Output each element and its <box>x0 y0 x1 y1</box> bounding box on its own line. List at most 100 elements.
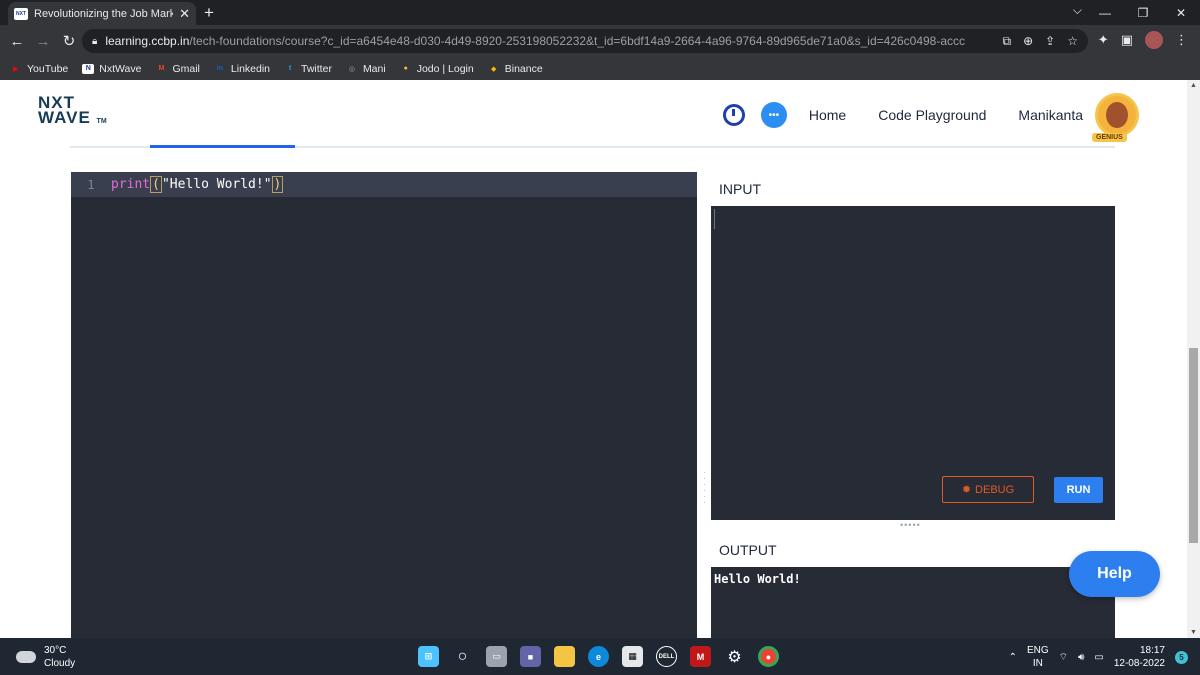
nxtwave-logo[interactable]: NXT WAVE TM <box>38 94 107 129</box>
bookmark-item[interactable]: ▶ YouTube <box>10 63 68 75</box>
edge-browser-icon[interactable]: e <box>588 646 609 667</box>
run-button[interactable]: RUN <box>1054 477 1103 503</box>
clock-date: 12-08-2022 <box>1113 658 1165 669</box>
stopwatch-icon[interactable] <box>722 104 745 126</box>
bookmark-favicon-icon: ● <box>403 65 408 72</box>
weather-widget[interactable]: 30°C Cloudy <box>16 644 75 670</box>
omnibox-actions: ⧉ ⊕ ⇪ ☆ <box>1003 34 1078 49</box>
profile-avatar-icon[interactable] <box>1145 31 1163 49</box>
stdin-input-area[interactable]: ✹ DEBUG RUN <box>711 206 1115 520</box>
forward-arrow-icon[interactable]: → <box>30 33 56 50</box>
avatar-face <box>1106 102 1128 128</box>
windows-taskbar: 30°C Cloudy ⊞ ○ ▭ ■ e ▦ DELL M ⚙ ● ⌃ ENG… <box>0 638 1200 675</box>
notification-badge[interactable]: 5 <box>1175 650 1188 664</box>
code-editor[interactable]: 1 print("Hello World!") <box>71 172 697 638</box>
vertical-resize-handle[interactable]: · · · · · · <box>703 469 706 507</box>
zoom-icon[interactable]: ⊕ <box>1023 34 1033 49</box>
bookmark-item[interactable]: in Linkedin <box>214 63 270 75</box>
cloud-icon <box>16 651 36 663</box>
code-string-token: "Hello World!" <box>161 177 272 192</box>
nav-home-link[interactable]: Home <box>809 107 846 123</box>
chevron-up-icon[interactable]: ⌃ <box>1009 652 1017 663</box>
code-function-token: print <box>111 177 151 192</box>
wifi-icon[interactable]: ⌔ <box>1059 651 1068 664</box>
browser-tab-strip: NXT Revolutionizing the Job Market | ✕ +… <box>0 0 1200 25</box>
menu-kebab-icon[interactable]: ⋮ <box>1175 32 1188 48</box>
restore-icon[interactable]: ❐ <box>1124 0 1162 25</box>
battery-icon[interactable]: ▭ <box>1094 652 1103 663</box>
bookmark-item[interactable]: N NxtWave <box>82 63 141 75</box>
bookmark-favicon-icon: M <box>158 65 165 72</box>
logo-tm: TM <box>96 118 107 125</box>
debug-button[interactable]: ✹ DEBUG <box>942 476 1034 503</box>
active-sub-tab-indicator[interactable] <box>150 145 295 148</box>
dell-icon[interactable]: DELL <box>656 646 677 667</box>
minimize-icon[interactable]: — <box>1086 0 1124 25</box>
browser-tab-active[interactable]: NXT Revolutionizing the Job Market | ✕ <box>8 2 196 25</box>
system-tray: ⌃ ENG IN ⌔ 🔊︎ ▭ 18:17 12-08-2022 5 <box>1009 644 1188 670</box>
user-avatar[interactable]: GENIUS <box>1092 93 1139 142</box>
nxtwave-favicon-icon: NXT <box>14 7 28 20</box>
close-tab-icon[interactable]: ✕ <box>179 6 190 22</box>
bookmark-favicon-icon: ▶ <box>13 65 19 73</box>
extensions-puzzle-icon[interactable]: ✦ <box>1098 32 1109 48</box>
page-scrollbar[interactable]: ▲ ▼ <box>1187 80 1200 638</box>
settings-gear-icon[interactable]: ⚙ <box>724 646 745 667</box>
bookmark-label: Mani <box>362 62 386 75</box>
bookmark-label: YouTube <box>27 62 69 75</box>
side-panel-icon[interactable]: ▣ <box>1121 32 1133 48</box>
clock-time: 18:17 <box>1139 645 1165 656</box>
scroll-down-icon[interactable]: ▼ <box>1190 629 1197 636</box>
back-arrow-icon[interactable]: ← <box>4 33 30 50</box>
bookmark-label: Binance <box>504 62 543 75</box>
scroll-up-icon[interactable]: ▲ <box>1190 82 1197 89</box>
open-in-app-icon[interactable]: ⧉ <box>1003 34 1012 49</box>
bookmark-item[interactable]: ● Jodo | Login <box>400 63 474 75</box>
help-button[interactable]: Help <box>1069 551 1160 597</box>
language-indicator[interactable]: ENG IN <box>1027 644 1049 670</box>
scroll-thumb[interactable] <box>1189 348 1198 543</box>
input-label: INPUT <box>719 181 761 197</box>
chat-bubble-icon[interactable]: ••• <box>760 102 787 128</box>
share-icon[interactable]: ⇪ <box>1045 34 1055 49</box>
line-number: 1 <box>87 177 95 192</box>
reload-icon[interactable]: ↻ <box>56 32 82 50</box>
header-nav: ••• Home Code Playground Manikanta GENIU… <box>722 93 1139 142</box>
logo-line-2: WAVE <box>38 108 91 127</box>
bookmark-favicon-icon: ◆ <box>491 65 497 73</box>
lang-primary: ENG <box>1027 645 1049 656</box>
chrome-icon[interactable]: ● <box>758 646 779 667</box>
search-icon[interactable]: ○ <box>452 646 473 667</box>
task-view-icon[interactable]: ▭ <box>486 646 507 667</box>
bookmark-item[interactable]: M Gmail <box>155 63 200 75</box>
teams-chat-icon[interactable]: ■ <box>520 646 541 667</box>
bookmark-item[interactable]: ◎ Mani <box>346 63 386 75</box>
lock-icon: 🔒︎ <box>92 35 98 47</box>
new-tab-button[interactable]: + <box>204 3 214 23</box>
volume-icon[interactable]: 🔊︎ <box>1078 652 1084 663</box>
mcafee-icon[interactable]: M <box>690 646 711 667</box>
code-open-paren: ( <box>150 176 162 193</box>
debug-label: DEBUG <box>975 483 1015 496</box>
editor-line-1[interactable]: 1 print("Hello World!") <box>71 172 697 197</box>
tab-search-icon[interactable]: ⌵ <box>1073 3 1082 18</box>
file-explorer-icon[interactable] <box>554 646 575 667</box>
nav-code-playground-link[interactable]: Code Playground <box>878 107 986 123</box>
extension-area: ✦ ▣ ⋮ <box>1098 31 1188 49</box>
bookmark-favicon-icon: N <box>82 63 95 74</box>
bug-icon: ✹ <box>961 484 972 496</box>
microsoft-store-icon[interactable]: ▦ <box>622 646 643 667</box>
windows-start-icon[interactable]: ⊞ <box>418 646 439 667</box>
bookmark-item[interactable]: t Twitter <box>284 63 332 75</box>
address-bar[interactable]: 🔒︎ learning.ccbp.in/tech-foundations/cou… <box>82 29 1088 53</box>
lang-secondary: IN <box>1032 658 1043 669</box>
bookmarks-bar: ▶ YouTube N NxtWave M Gmail in Linkedin t Twitter… <box>0 57 1200 80</box>
output-label: OUTPUT <box>719 542 777 558</box>
code-close-paren: ) <box>271 176 284 193</box>
clock[interactable]: 18:17 12-08-2022 <box>1114 644 1165 670</box>
user-name[interactable]: Manikanta <box>1018 107 1083 123</box>
bookmark-star-icon[interactable]: ☆ <box>1067 34 1078 49</box>
close-window-icon[interactable]: ✕ <box>1162 0 1200 25</box>
bookmark-item[interactable]: ◆ Binance <box>488 63 543 75</box>
horizontal-resize-handle[interactable]: ••••• <box>900 520 921 530</box>
